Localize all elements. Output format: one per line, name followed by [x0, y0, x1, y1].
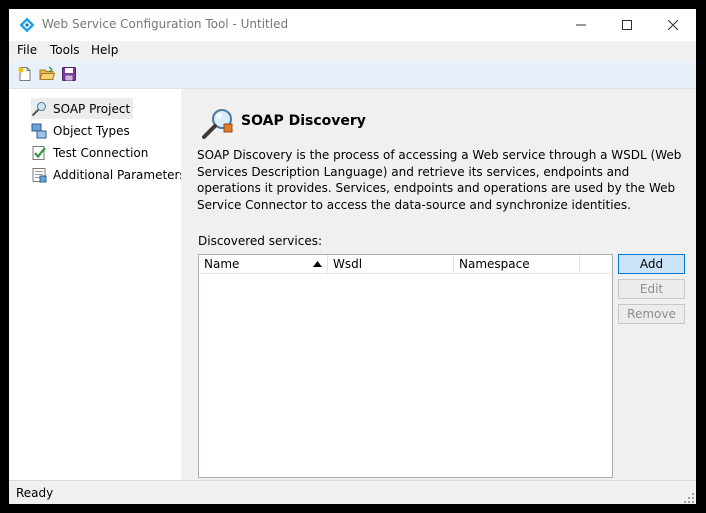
menu-bar: File Tools Help [9, 41, 696, 61]
menu-tools[interactable]: Tools [50, 43, 80, 57]
open-folder-icon[interactable] [39, 66, 55, 82]
status-bar: Ready [9, 480, 696, 504]
menu-file[interactable]: File [17, 43, 37, 57]
status-text: Ready [16, 486, 54, 500]
toolbar [9, 61, 696, 89]
app-logo-icon [19, 17, 35, 33]
title-bar[interactable]: Web Service Configuration Tool - Untitle… [9, 9, 696, 41]
maximize-button[interactable] [604, 9, 650, 41]
page-title: SOAP Discovery [241, 113, 366, 129]
nav-item-additional-parameters[interactable]: Additional Parameters [31, 164, 189, 185]
menu-help[interactable]: Help [91, 43, 118, 57]
services-list[interactable]: Name Wsdl Namespace [198, 254, 613, 478]
edit-button[interactable]: Edit [618, 279, 685, 299]
resize-grip-icon[interactable] [684, 493, 694, 503]
nav-item-label: Additional Parameters [53, 167, 186, 182]
new-icon[interactable] [17, 66, 33, 82]
close-icon [668, 20, 678, 30]
object-types-icon [31, 123, 47, 138]
column-header-label: Namespace [459, 257, 530, 271]
nav-item-test-connection[interactable]: Test Connection [31, 142, 151, 163]
add-button[interactable]: Add [618, 254, 685, 274]
description-text: SOAP Discovery is the process of accessi… [197, 148, 682, 212]
soap-discovery-icon [202, 109, 233, 139]
minimize-button[interactable] [558, 9, 604, 41]
close-button[interactable] [650, 9, 696, 41]
soap-project-icon [31, 101, 46, 116]
nav-item-label: Object Types [53, 123, 130, 138]
remove-button[interactable]: Remove [618, 304, 685, 324]
column-header-name[interactable]: Name [199, 255, 328, 274]
content-pane: SOAP Discovery SOAP Discovery is the pro… [185, 89, 696, 480]
save-icon[interactable] [61, 66, 77, 82]
nav-pane: SOAP Project Object Types Test Connectio… [9, 89, 186, 480]
maximize-icon [622, 20, 632, 30]
nav-item-soap-project[interactable]: SOAP Project [31, 98, 134, 119]
sort-ascending-icon [313, 261, 322, 267]
column-header-namespace[interactable]: Namespace [454, 255, 580, 274]
column-header-wsdl[interactable]: Wsdl [328, 255, 454, 274]
minimize-icon [576, 24, 586, 26]
discovered-services-label: Discovered services: [198, 234, 323, 248]
nav-item-label: Test Connection [53, 145, 149, 160]
test-connection-icon [32, 145, 46, 160]
app-window: Web Service Configuration Tool - Untitle… [9, 9, 696, 504]
column-header-filler [580, 255, 610, 274]
nav-item-label: SOAP Project [53, 101, 131, 116]
window-title: Web Service Configuration Tool - Untitle… [42, 17, 289, 31]
column-header-label: Wsdl [333, 257, 363, 271]
nav-item-object-types[interactable]: Object Types [31, 120, 133, 141]
column-header-label: Name [204, 257, 240, 271]
additional-parameters-icon [32, 167, 47, 182]
